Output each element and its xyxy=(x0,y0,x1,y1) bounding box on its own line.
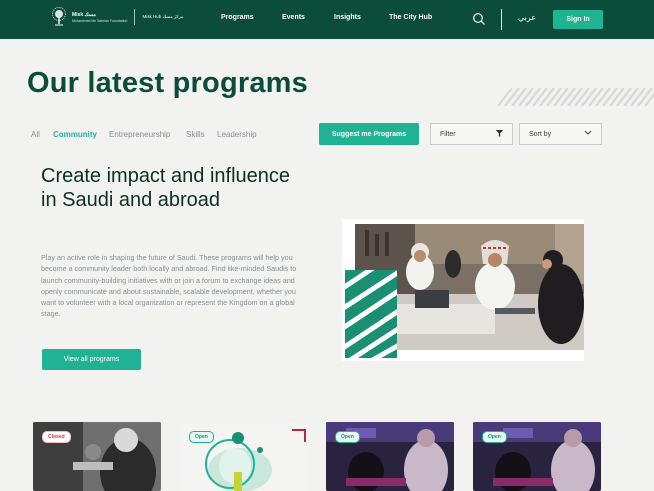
filter-label: Filter xyxy=(440,130,456,138)
nav-programs[interactable]: Programs xyxy=(221,14,254,21)
nav-insights[interactable]: Insights xyxy=(334,14,361,21)
decorative-stripes xyxy=(498,88,654,106)
sort-dropdown[interactable]: Sort by xyxy=(519,123,602,145)
search-icon[interactable] xyxy=(472,12,486,26)
status-badge: Open xyxy=(482,431,507,443)
status-badge: Open xyxy=(189,431,214,443)
status-badge: Closed xyxy=(42,431,71,443)
filter-icon xyxy=(496,129,503,139)
misk-logo[interactable]: Misk مسك Mohammed bin Salman Foundation … xyxy=(50,7,183,27)
tab-leadership[interactable]: Leadership xyxy=(217,130,257,139)
chevron-down-icon xyxy=(584,130,592,138)
tab-community[interactable]: Community xyxy=(53,130,97,139)
tab-all[interactable]: All xyxy=(31,130,40,139)
nav-events[interactable]: Events xyxy=(282,14,305,21)
tab-skills[interactable]: Skills xyxy=(186,130,205,139)
section-heading: Create impact and influence in Saudi and… xyxy=(41,165,291,211)
logo-name: Misk مسك xyxy=(72,11,96,18)
status-badge: Open xyxy=(335,431,360,443)
sign-in-button[interactable]: Sign In xyxy=(553,10,603,29)
page-title: Our latest programs xyxy=(27,67,308,99)
program-card[interactable]: Open xyxy=(326,422,454,491)
program-card[interactable]: Closed xyxy=(33,422,161,491)
suggest-programs-button[interactable]: Suggest me Programs xyxy=(319,123,419,145)
language-switch[interactable]: عربي xyxy=(518,13,536,22)
filter-dropdown[interactable]: Filter xyxy=(430,123,513,145)
view-all-programs-button[interactable]: View all programs xyxy=(42,349,141,370)
tab-entrepreneurship[interactable]: Entrepreneurship xyxy=(109,130,170,139)
logo-hub-label: Misk Hub مركز مسك xyxy=(142,14,184,19)
nav-city-hub[interactable]: The City Hub xyxy=(389,14,432,21)
logo-tagline: Mohammed bin Salman Foundation xyxy=(72,18,128,23)
tree-logo-icon xyxy=(50,7,68,27)
section-description: Play an active role in shaping the futur… xyxy=(41,253,297,319)
header-divider xyxy=(501,9,502,30)
decorative-green-stripes xyxy=(345,270,397,358)
program-card[interactable]: Open xyxy=(473,422,601,491)
sort-label: Sort by xyxy=(529,130,552,138)
program-card[interactable]: Open xyxy=(180,422,308,491)
logo-divider xyxy=(134,9,136,25)
